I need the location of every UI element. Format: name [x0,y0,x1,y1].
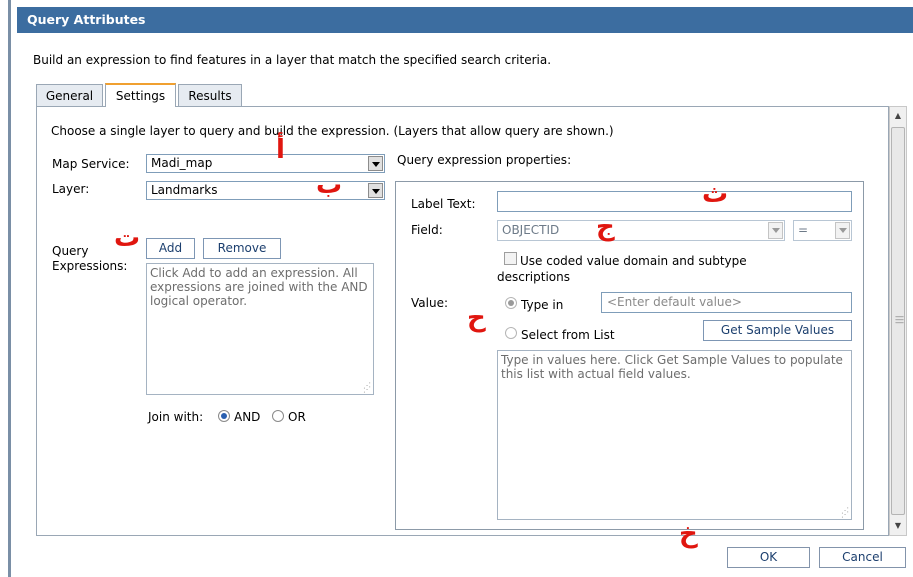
coded-values-label-line2: descriptions [497,270,570,284]
query-expressions-label-line1: Query [52,244,89,258]
layer-select[interactable]: Landmarks [146,181,385,200]
window-left-edge [0,0,13,577]
join-or-label: OR [288,410,306,424]
default-value-input[interactable]: <Enter default value> [601,292,852,313]
properties-heading: Query expression properties: [397,153,572,167]
annotation-alef: أ [276,135,285,165]
value-label: Value: [411,296,448,310]
value-list-placeholder: Type in values here. Click Get Sample Va… [501,353,843,381]
tab-results[interactable]: Results [178,84,242,106]
annotation-ba: ب [316,170,343,200]
get-sample-values-button[interactable]: Get Sample Values [703,320,852,341]
label-text-input[interactable] [497,191,852,212]
chevron-down-icon[interactable] [768,222,783,239]
expressions-placeholder: Click Add to add an expression. All expr… [150,266,368,308]
type-in-radio[interactable] [505,297,517,309]
layer-value: Landmarks [151,183,218,197]
coded-values-checkbox[interactable] [504,252,517,265]
label-text-label: Label Text: [411,197,476,211]
select-from-list-radio[interactable] [505,327,517,339]
annotation-ta: ت [114,223,141,253]
cancel-button[interactable]: Cancel [819,547,906,568]
scroll-up-icon[interactable]: ▲ [891,109,905,123]
add-expression-button[interactable]: Add [146,238,195,259]
resize-grip-icon[interactable]: ⋰ ⋰ [363,382,371,394]
field-select[interactable]: OBJECTID [497,220,785,241]
operator-value: = [798,223,809,237]
select-from-list-label: Select from List [521,328,615,342]
ok-button[interactable]: OK [727,547,810,568]
chevron-down-icon[interactable] [368,183,383,198]
type-in-label: Type in [521,298,564,312]
chevron-down-icon[interactable] [368,156,383,171]
join-with-label: Join with: [148,410,204,424]
map-service-select[interactable]: Madi_map [146,154,385,173]
query-expressions-list[interactable]: Click Add to add an expression. All expr… [146,263,374,395]
resize-grip-icon[interactable]: ⋰ ⋰ [841,507,849,519]
value-list-textarea[interactable]: Type in values here. Click Get Sample Va… [497,350,852,520]
coded-values-label-line1: Use coded value domain and subtype [520,254,747,268]
operator-select[interactable]: = [793,220,852,241]
map-service-label: Map Service: [52,157,130,171]
settings-intro: Choose a single layer to query and build… [51,124,614,138]
remove-expression-button[interactable]: Remove [203,238,281,259]
field-label: Field: [411,223,443,237]
window-title: Query Attributes [27,12,146,27]
scroll-grip-icon: — — — [895,312,904,328]
chevron-down-icon[interactable] [835,222,850,239]
join-and-radio[interactable] [218,410,230,422]
join-or-radio[interactable] [272,410,284,422]
tab-general[interactable]: General [36,84,103,106]
scroll-down-icon[interactable]: ▼ [891,519,905,533]
field-value: OBJECTID [502,223,560,237]
join-and-label: AND [234,410,261,424]
map-service-value: Madi_map [151,156,213,170]
annotation-kha: خ [679,519,698,549]
annotation-ha: ح [467,303,486,333]
query-expressions-label-line2: Expressions: [52,259,128,273]
annotation-tha: ث [702,179,729,209]
layer-label: Layer: [52,182,90,196]
annotation-jim: ج [596,212,615,242]
title-bar: Query Attributes [17,7,913,33]
tab-settings[interactable]: Settings [105,83,176,107]
instruction-text: Build an expression to find features in … [33,53,552,67]
